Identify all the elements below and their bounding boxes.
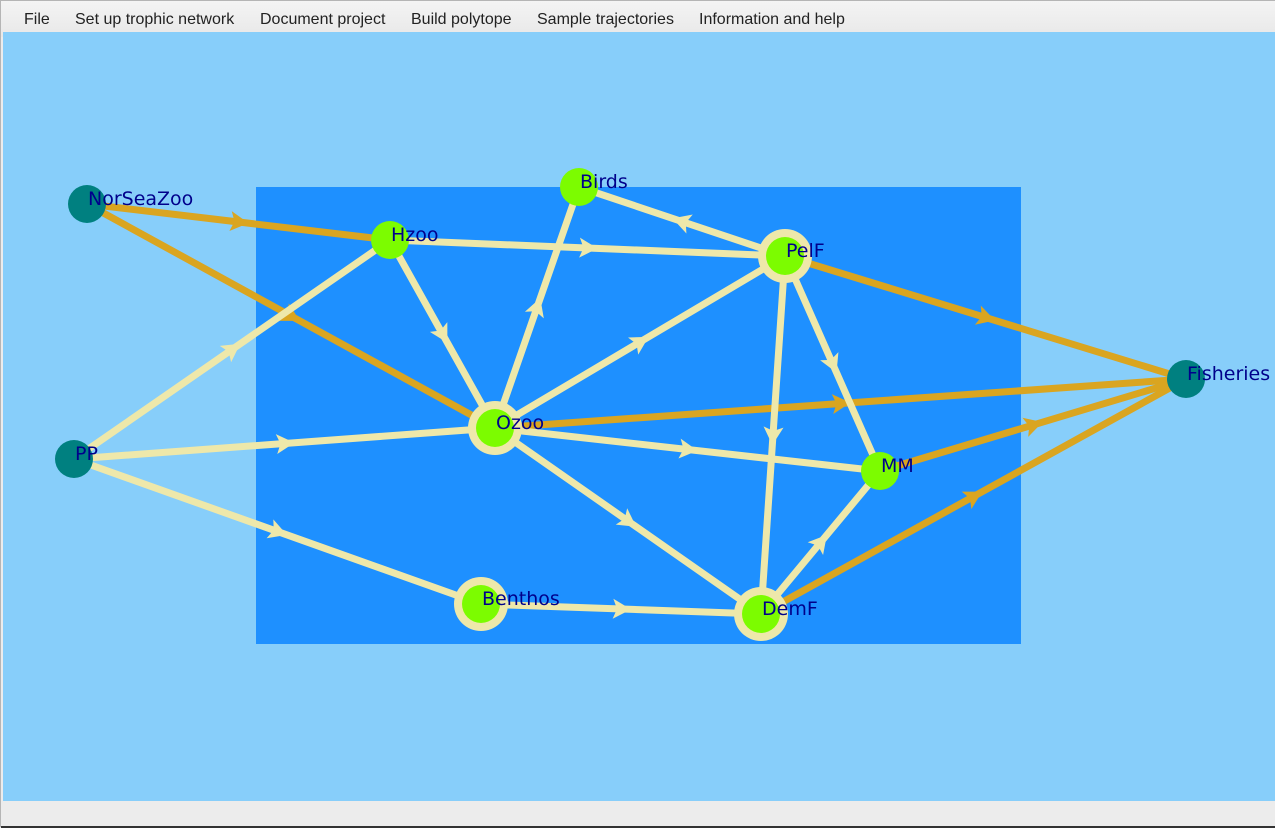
menu-build-polytope[interactable]: Build polytope — [411, 11, 512, 29]
node-label: Ozoo — [496, 412, 544, 434]
network-canvas[interactable]: NorSeaZoo PP Fisheries Birds Hzoo PelF Ozoo MM B… — [3, 32, 1275, 801]
node-label: MM — [881, 455, 914, 477]
node-pp[interactable]: PP — [55, 440, 98, 478]
node-label: Hzoo — [391, 224, 439, 246]
node-label: DemF — [762, 598, 818, 620]
node-label: PP — [75, 443, 98, 465]
node-label: Fisheries — [1187, 363, 1270, 385]
app-window: File Set up trophic network Document pro… — [0, 0, 1275, 828]
node-label: NorSeaZoo — [88, 188, 193, 210]
node-label: PelF — [786, 240, 825, 262]
status-bar — [1, 801, 1275, 828]
menu-document-project[interactable]: Document project — [260, 11, 385, 29]
node-label: Benthos — [482, 588, 560, 610]
menu-sample-trajectories[interactable]: Sample trajectories — [537, 11, 674, 29]
trophic-network-diagram[interactable]: NorSeaZoo PP Fisheries Birds Hzoo PelF Ozoo MM B… — [3, 32, 1275, 801]
node-label: Birds — [580, 171, 628, 193]
menu-information-and-help[interactable]: Information and help — [699, 11, 845, 29]
menu-file[interactable]: File — [24, 11, 50, 29]
menu-setup-trophic-network[interactable]: Set up trophic network — [75, 11, 234, 29]
node-fisheries[interactable]: Fisheries — [1167, 360, 1270, 398]
